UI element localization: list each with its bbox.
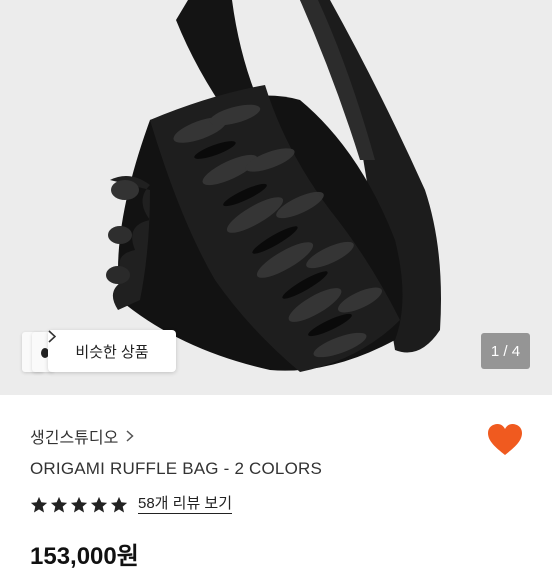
product-image-gallery[interactable]: 비슷한 상품 1 / 4 bbox=[0, 0, 552, 395]
shop-name: 생긴스튜디오 bbox=[30, 430, 119, 447]
star-icon bbox=[50, 496, 68, 512]
chevron-right-icon bbox=[48, 330, 56, 343]
image-counter: 1 / 4 bbox=[481, 333, 530, 369]
rating-row: 58개 리뷰 보기 bbox=[30, 495, 233, 514]
star-icon bbox=[90, 496, 108, 512]
star-icon bbox=[70, 496, 88, 512]
product-title: ORIGAMI RUFFLE BAG - 2 COLORS bbox=[30, 459, 323, 478]
shop-link[interactable]: 생긴스튜디오 bbox=[30, 424, 134, 448]
star-icon bbox=[30, 496, 48, 512]
heart-icon[interactable] bbox=[487, 423, 523, 457]
similar-products-button[interactable]: 비슷한 상품 bbox=[48, 330, 176, 372]
chevron-right-icon bbox=[126, 430, 134, 442]
star-icon bbox=[110, 496, 128, 512]
review-link[interactable]: 58개 리뷰 보기 bbox=[138, 495, 233, 514]
product-price: 153,000원 bbox=[30, 543, 139, 570]
rating-stars bbox=[30, 496, 128, 514]
similar-products-label: 비슷한 상품 bbox=[75, 343, 149, 361]
